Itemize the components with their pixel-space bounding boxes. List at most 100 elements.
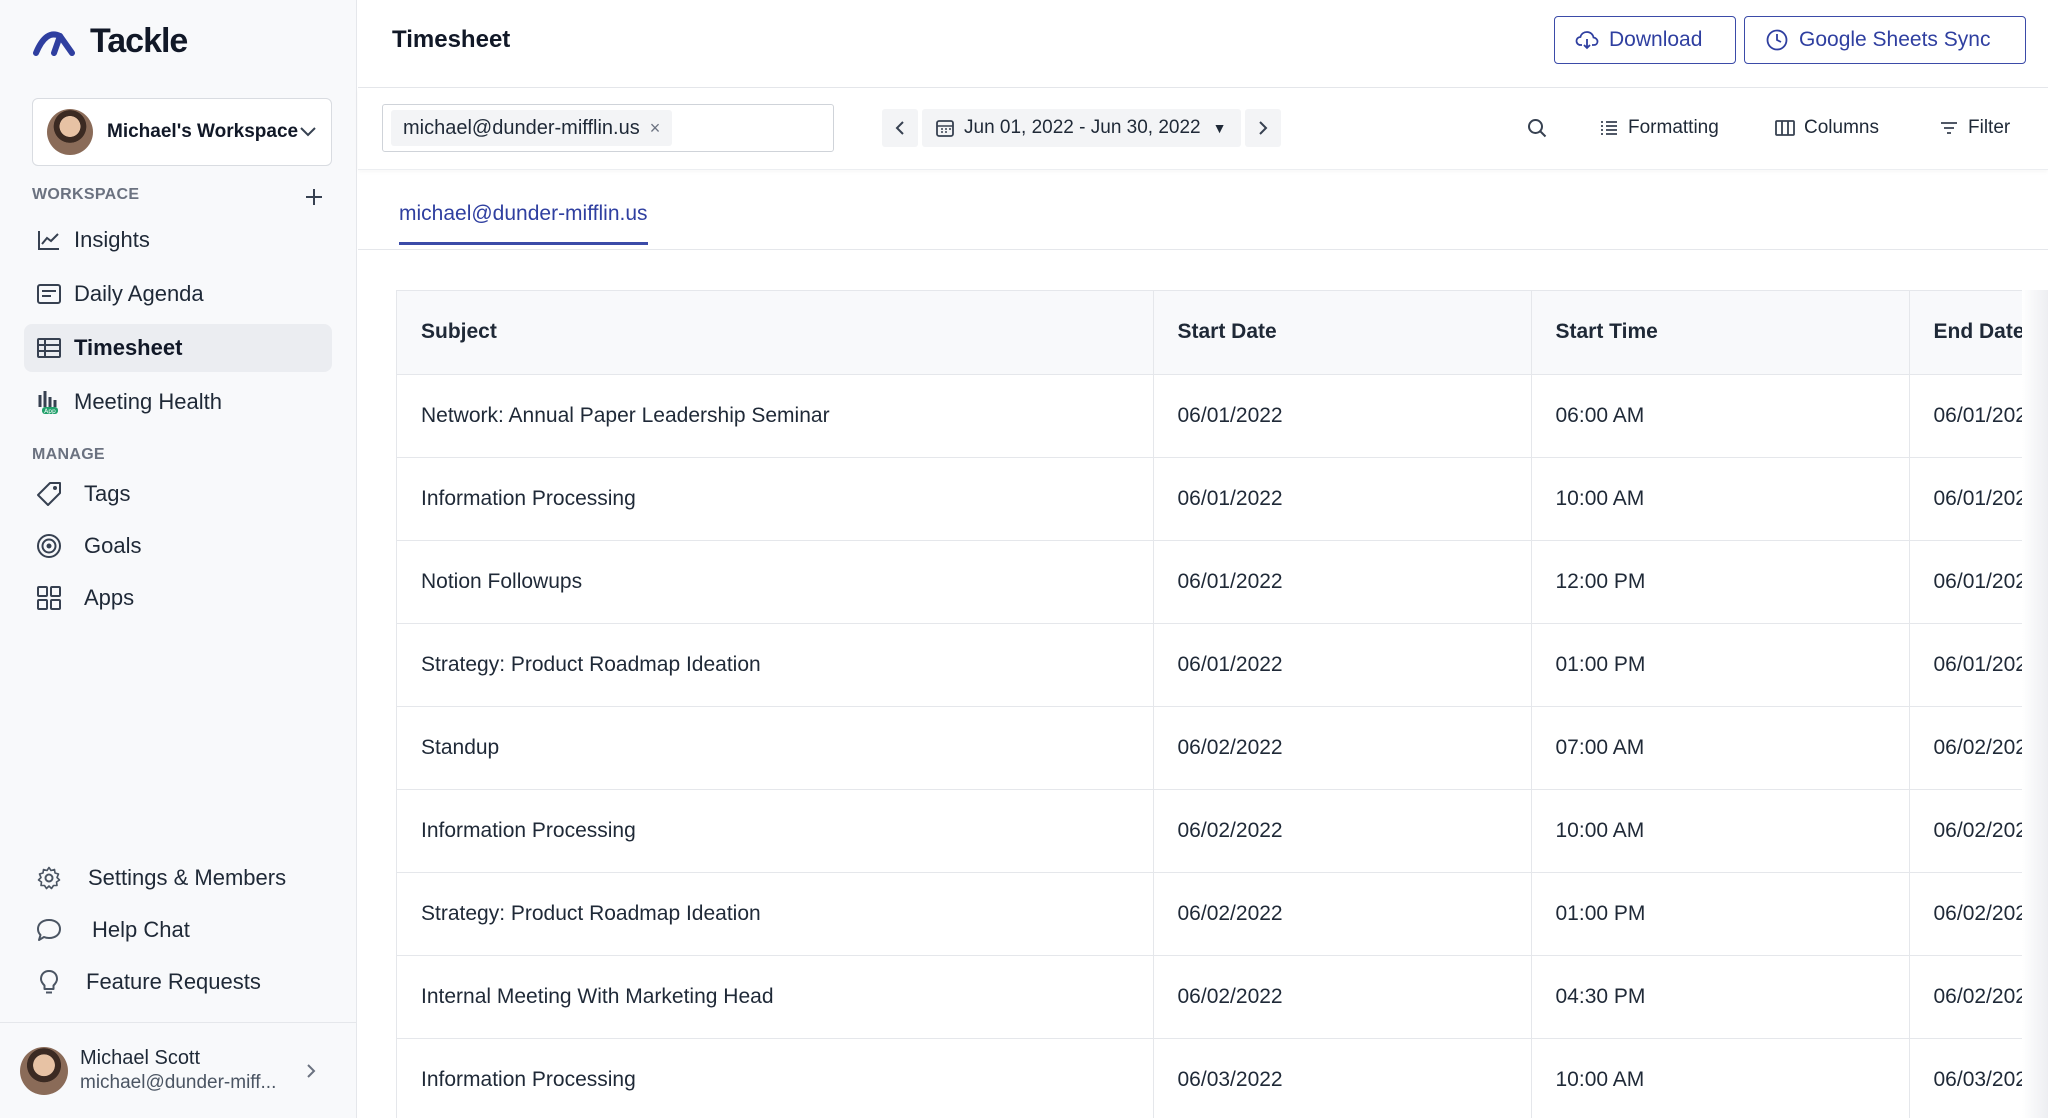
cell-subject: Network: Annual Paper Leadership Seminar (397, 374, 1154, 458)
table-row[interactable]: Notion Followups 06/01/2022 12:00 PM 06/01/… (397, 540, 2022, 624)
add-workspace-item-button[interactable] (300, 184, 328, 212)
logo-text: Tackle (90, 21, 188, 60)
gear-icon (36, 865, 62, 891)
column-header-start-date[interactable]: Start Date (1153, 291, 1532, 375)
download-button[interactable]: Download (1554, 16, 1736, 64)
chevron-right-icon (1258, 121, 1267, 135)
table-row[interactable]: Internal Meeting With Marketing Head 06/0… (397, 955, 2022, 1039)
sidebar-item-label: Timesheet (74, 335, 183, 360)
sidebar: Tackle Michael's Workspace WORKSPACE Ins… (0, 0, 357, 1118)
sidebar-item-meeting-health[interactable]: App Meeting Health (24, 378, 332, 426)
cell-end-date: 06/02/2022 (1909, 706, 2022, 790)
sidebar-item-settings-members[interactable]: Settings & Members (24, 854, 332, 902)
cell-end-date: 06/02/2022 (1909, 872, 2022, 956)
table-row[interactable]: Strategy: Product Roadmap Ideation 06/01/… (397, 623, 2022, 707)
table-row[interactable]: Strategy: Product Roadmap Ideation 06/02/… (397, 872, 2022, 956)
cell-start-time: 01:00 PM (1531, 872, 1910, 956)
sidebar-item-label: Settings & Members (88, 865, 287, 890)
sidebar-item-help-chat[interactable]: Help Chat (24, 906, 332, 954)
page-title: Timesheet (392, 26, 511, 53)
table-row[interactable]: Information Processing 06/03/2022 10:00 AM… (397, 1038, 2022, 1118)
search-button[interactable] (1526, 112, 1556, 144)
sidebar-item-label: Apps (84, 585, 135, 610)
main-content: Timesheet Download Google Sheets Sync mi… (358, 0, 2048, 1118)
formatting-button[interactable]: Formatting (1598, 112, 1719, 144)
columns-button[interactable]: Columns (1774, 112, 1879, 144)
table-row[interactable]: Standup06/02/202207:00 AM06/02/2022 (397, 706, 2022, 790)
workspace-switcher[interactable]: Michael's Workspace (32, 98, 332, 166)
remove-chip-icon[interactable]: × (650, 118, 661, 139)
tab-michael[interactable]: michael@dunder-mifflin.us (399, 202, 648, 245)
cell-start-time: 10:00 AM (1531, 789, 1910, 873)
next-range-button[interactable] (1244, 109, 1281, 147)
cell-end-date: 06/01/2022 (1909, 623, 2022, 707)
columns-label: Columns (1804, 117, 1879, 138)
cell-end-date: 06/01/2022 (1909, 457, 2022, 541)
table-row[interactable]: Information Processing 06/01/2022 10:00 AM… (397, 457, 2022, 541)
cloud-download-icon (1575, 28, 1599, 52)
columns-icon (1774, 117, 1796, 139)
sidebar-item-label: Meeting Health (74, 389, 222, 414)
filter-button[interactable]: Filter (1938, 112, 2010, 144)
date-range-picker[interactable]: Jun 01, 2022 - Jun 30, 2022 ▼ (922, 109, 1241, 147)
chip-label: michael@dunder-mifflin.us (403, 116, 640, 139)
timesheet-table[interactable]: Subject Start Date Start Time End Date N… (396, 290, 2022, 1118)
toolbar: michael@dunder-mifflin.us × Jun 01, 2022… (358, 88, 2048, 170)
previous-range-button[interactable] (882, 109, 918, 147)
horizontal-scroll-shadow (2022, 290, 2048, 1118)
user-avatar (20, 1046, 68, 1095)
app-badge: App (44, 408, 56, 415)
sidebar-item-feature-requests[interactable]: Feature Requests (24, 958, 332, 1006)
agenda-icon (36, 281, 62, 307)
target-icon (36, 533, 62, 559)
table-row[interactable]: Network: Annual Paper Leadership Seminar… (397, 374, 2022, 458)
lightbulb-icon (36, 969, 62, 995)
column-header-end-date[interactable]: End Date (1909, 291, 2022, 375)
user-filter-chip: michael@dunder-mifflin.us × (391, 110, 673, 146)
sidebar-item-tags[interactable]: Tags (24, 470, 332, 518)
workspace-avatar (47, 109, 93, 155)
cell-start-time: 12:00 PM (1531, 540, 1910, 624)
clock-icon (1765, 28, 1789, 52)
table-body: Network: Annual Paper Leadership Seminar… (397, 374, 2022, 1118)
manage-section-label: MANAGE (32, 446, 105, 463)
column-header-start-time[interactable]: Start Time (1531, 291, 1910, 375)
search-icon (1526, 117, 1548, 139)
cell-subject: Notion Followups (397, 540, 1154, 624)
cell-start-date: 06/02/2022 (1153, 872, 1532, 956)
cell-start-date: 06/01/2022 (1153, 540, 1532, 624)
table-row[interactable]: Information Processing 06/02/2022 10:00 AM… (397, 789, 2022, 873)
table-icon (36, 335, 62, 361)
sidebar-item-label: Help Chat (92, 917, 190, 942)
formatting-icon (1598, 117, 1620, 139)
user-tabs: michael@dunder-mifflin.us (358, 170, 2048, 250)
sidebar-item-timesheet[interactable]: Timesheet (24, 324, 332, 372)
grid-icon (36, 585, 62, 611)
google-sheets-sync-button[interactable]: Google Sheets Sync (1744, 16, 2026, 64)
cell-start-date: 06/01/2022 (1153, 374, 1532, 458)
cell-start-time: 01:00 PM (1531, 623, 1910, 707)
sidebar-item-daily-agenda[interactable]: Daily Agenda (24, 270, 332, 318)
chevron-right-icon (299, 1063, 323, 1079)
sidebar-item-goals[interactable]: Goals (24, 522, 332, 570)
user-profile[interactable]: Michael Scott michael@dunder-miff... (0, 1022, 357, 1118)
user-email: michael@dunder-miff... (80, 1072, 277, 1093)
page-header: Timesheet Download Google Sheets Sync (358, 0, 2048, 88)
chevron-left-icon (895, 121, 904, 135)
chat-bubble-icon (36, 917, 62, 943)
column-header-subject[interactable]: Subject (397, 291, 1154, 375)
chevron-down-icon (299, 123, 317, 141)
cell-subject: Information Processing (397, 1038, 1154, 1118)
download-label: Download (1609, 28, 1703, 51)
sidebar-item-insights[interactable]: Insights (24, 216, 332, 264)
user-filter-input[interactable]: michael@dunder-mifflin.us × (382, 104, 834, 152)
cell-subject: Standup (397, 706, 1154, 790)
cell-subject: Internal Meeting With Marketing Head (397, 955, 1154, 1039)
cell-start-time: 10:00 AM (1531, 1038, 1910, 1118)
caret-down-icon: ▼ (1212, 120, 1227, 136)
tackle-logo[interactable]: Tackle (32, 21, 188, 60)
sidebar-item-apps[interactable]: Apps (24, 574, 332, 622)
cell-start-time: 06:00 AM (1531, 374, 1910, 458)
formatting-label: Formatting (1628, 117, 1719, 138)
cell-subject: Information Processing (397, 789, 1154, 873)
